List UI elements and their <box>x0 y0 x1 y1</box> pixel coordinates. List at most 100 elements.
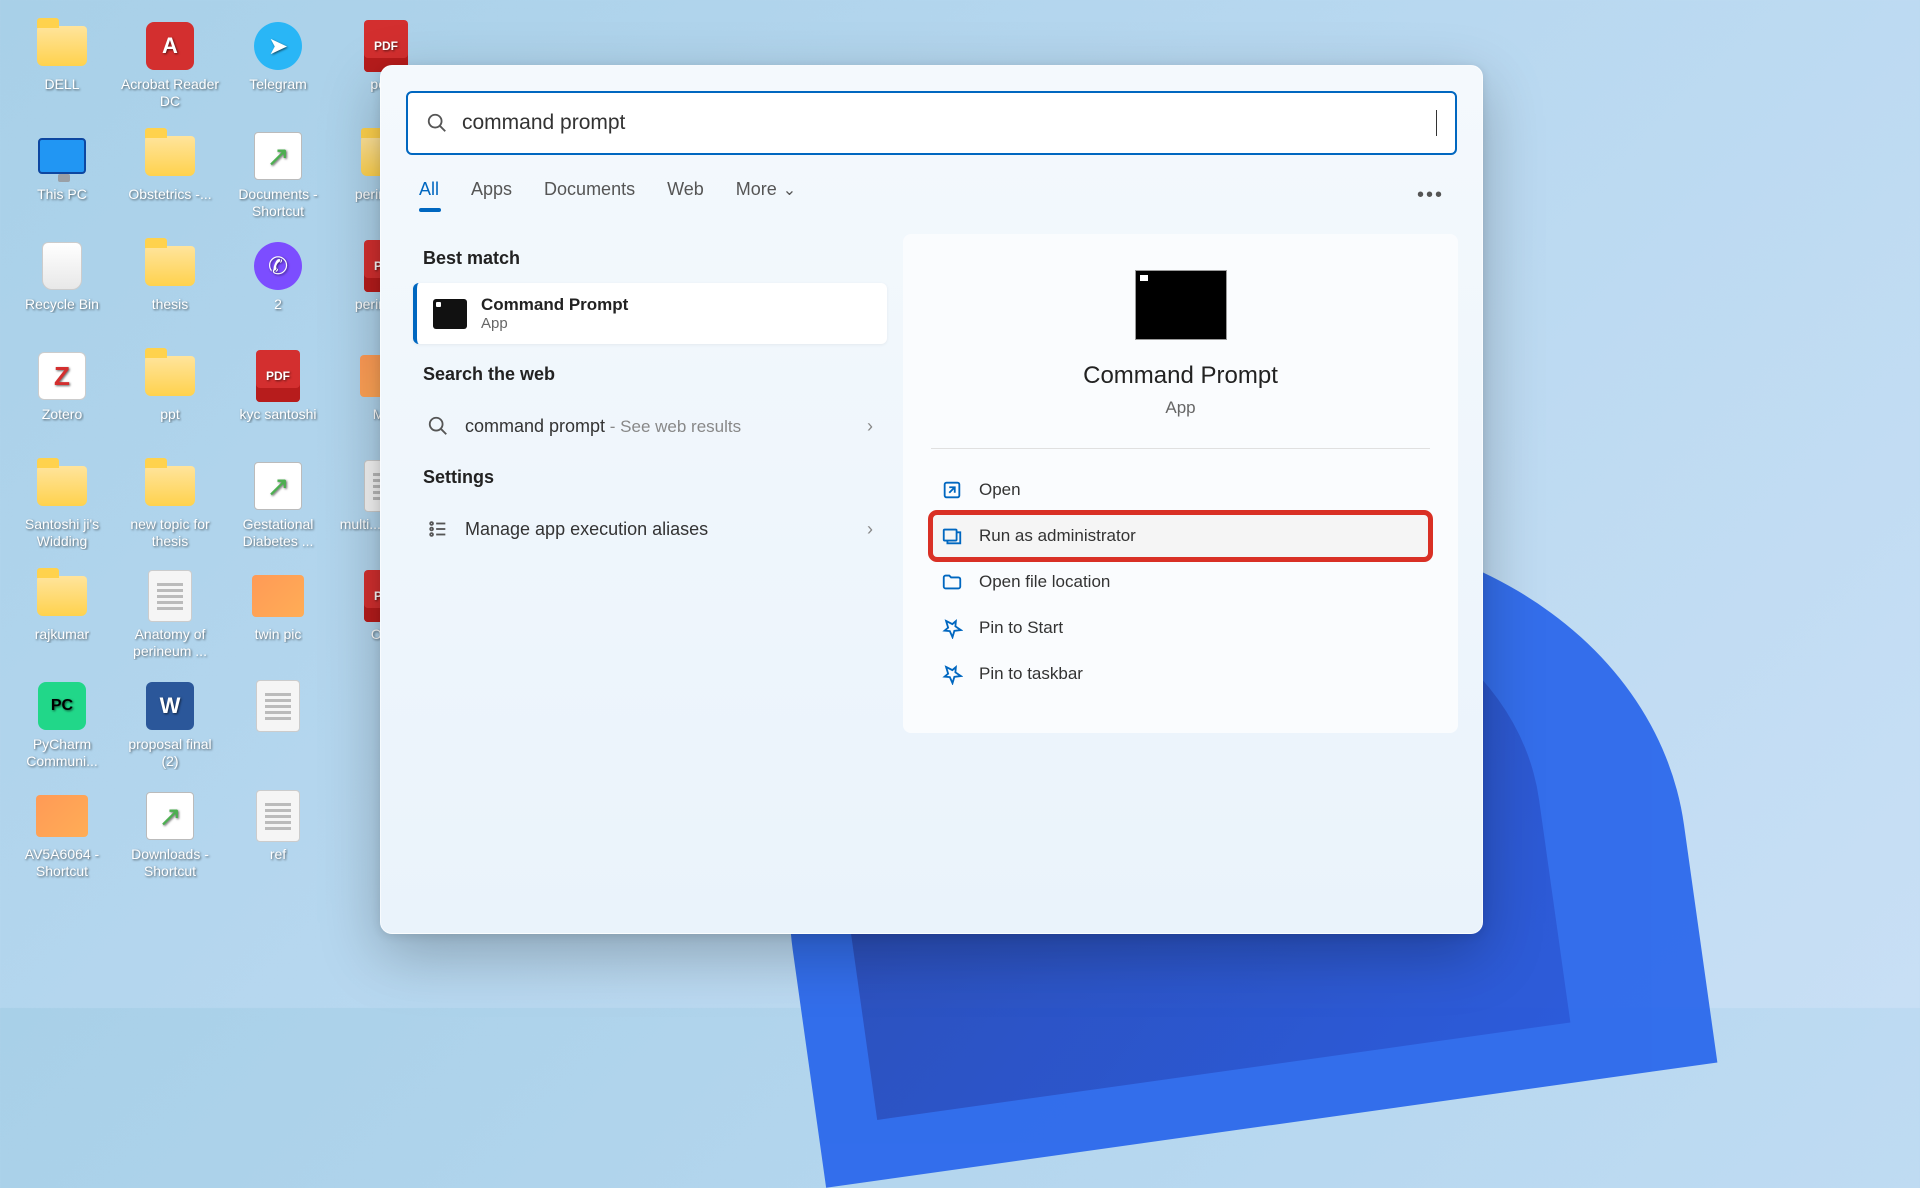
desktop-icon[interactable] <box>224 674 332 784</box>
result-subtitle: App <box>481 315 628 332</box>
icon-label: Downloads - Shortcut <box>116 846 224 880</box>
icon-label: This PC <box>35 186 89 203</box>
icon-label: rajkumar <box>33 626 91 643</box>
desktop-icon[interactable]: ↗ Downloads - Shortcut <box>116 784 224 894</box>
action-pin[interactable]: Pin to Start <box>931 605 1430 651</box>
desktop-icon[interactable]: rajkumar <box>8 564 116 674</box>
cmd-preview-icon <box>1135 270 1227 340</box>
icon-label: new topic for thesis <box>116 516 224 550</box>
result-title: Command Prompt <box>481 295 628 315</box>
settings-result-text: Manage app execution aliases <box>465 519 851 540</box>
search-box[interactable] <box>406 91 1457 155</box>
tab-all[interactable]: All <box>419 179 439 212</box>
shortcut-icon: ↗ <box>144 790 196 842</box>
icon-label: Zotero <box>40 406 84 423</box>
desktop-icon[interactable]: PDFkyc santoshi <box>224 344 332 454</box>
zot-icon: Z <box>36 350 88 402</box>
pyc-icon: PC <box>36 680 88 732</box>
desktop-icon[interactable]: thesis <box>116 234 224 344</box>
tab-apps[interactable]: Apps <box>471 179 512 212</box>
action-label: Pin to taskbar <box>979 664 1083 684</box>
cmd-icon <box>433 299 467 329</box>
icon-label: thesis <box>150 296 191 313</box>
action-pin[interactable]: Pin to taskbar <box>931 651 1430 697</box>
icon-label: 2 <box>272 296 284 313</box>
text-cursor <box>1436 110 1437 136</box>
word-icon: W <box>144 680 196 732</box>
icon-label: DELL <box>42 76 81 93</box>
chevron-right-icon: › <box>867 416 873 437</box>
search-icon <box>427 415 449 437</box>
icon-label: Acrobat Reader DC <box>116 76 224 110</box>
folder-icon <box>144 460 196 512</box>
desktop-icon[interactable]: Santoshi ji's Widding <box>8 454 116 564</box>
tab-more[interactable]: More <box>736 179 796 212</box>
action-label: Pin to Start <box>979 618 1063 638</box>
icon-label: AV5A6064 - Shortcut <box>8 846 116 880</box>
monitor-icon <box>36 130 88 182</box>
desktop-icon[interactable]: PC PyCharm Communi... <box>8 674 116 784</box>
icon-label: twin pic <box>253 626 304 643</box>
desktop-icon[interactable]: Anatomy of perineum ... <box>116 564 224 674</box>
icon-label: Telegram <box>247 76 309 93</box>
web-result-text: command prompt - See web results <box>465 416 851 437</box>
best-match-result[interactable]: Command Prompt App <box>413 283 887 344</box>
desktop-icon[interactable]: Recycle Bin <box>8 234 116 344</box>
chevron-right-icon: › <box>867 519 873 540</box>
icon-label: Santoshi ji's Widding <box>8 516 116 550</box>
icon-label: ppt <box>158 406 181 423</box>
desktop-icon[interactable]: AV5A6064 - Shortcut <box>8 784 116 894</box>
tg-icon: ➤ <box>252 20 304 72</box>
folder-icon <box>941 571 963 593</box>
preview-title: Command Prompt <box>931 362 1430 390</box>
settings-result[interactable]: Manage app execution aliases › <box>413 502 887 556</box>
desktop-icon[interactable]: ↗Gestational Diabetes ... <box>224 454 332 564</box>
icon-label: ref <box>268 846 288 863</box>
web-search-result[interactable]: command prompt - See web results › <box>413 399 887 453</box>
shortcut-icon: ↗ <box>252 460 304 512</box>
desktop-icon[interactable]: AAcrobat Reader DC <box>116 14 224 124</box>
action-admin[interactable]: Run as administrator <box>931 513 1430 559</box>
desktop-icon[interactable]: Wproposal final (2) <box>116 674 224 784</box>
desktop-icon[interactable]: ppt <box>116 344 224 454</box>
folder-icon <box>144 130 196 182</box>
desktop-icon[interactable]: new topic for thesis <box>116 454 224 564</box>
search-input[interactable] <box>462 111 1436 135</box>
tab-documents[interactable]: Documents <box>544 179 635 212</box>
settings-list-icon <box>427 518 449 540</box>
desktop-icon[interactable]: Z Zotero <box>8 344 116 454</box>
divider <box>931 448 1430 449</box>
docx-icon <box>252 680 304 732</box>
pin-icon <box>941 663 963 685</box>
desktop-icon[interactable]: ➤ Telegram <box>224 14 332 124</box>
desktop-icon[interactable]: ref <box>224 784 332 894</box>
open-icon <box>941 479 963 501</box>
action-folder[interactable]: Open file location <box>931 559 1430 605</box>
folder-icon <box>36 460 88 512</box>
pin-icon <box>941 617 963 639</box>
tab-web[interactable]: Web <box>667 179 704 212</box>
preview-pane: Command Prompt App OpenRun as administra… <box>903 234 1458 733</box>
desktop-icon[interactable]: Obstetrics -... <box>116 124 224 234</box>
desktop-icon[interactable]: ↗Documents - Shortcut <box>224 124 332 234</box>
icon-label: Obstetrics -... <box>126 186 213 203</box>
desktop-icon[interactable]: DELL <box>8 14 116 124</box>
vib-icon: ✆ <box>252 240 304 292</box>
bin-icon <box>36 240 88 292</box>
action-open[interactable]: Open <box>931 467 1430 513</box>
action-label: Run as administrator <box>979 526 1136 546</box>
action-label: Open <box>979 480 1021 500</box>
desktop-icon[interactable]: ✆2 <box>224 234 332 344</box>
search-tabs: All Apps Documents Web More ••• <box>381 155 1482 226</box>
admin-icon <box>941 525 963 547</box>
desktop-icon[interactable]: This PC <box>8 124 116 234</box>
start-search-panel: All Apps Documents Web More ••• Best mat… <box>380 65 1483 934</box>
icon-label: PyCharm Communi... <box>8 736 116 770</box>
img-icon <box>252 570 304 622</box>
docx-icon <box>252 790 304 842</box>
desktop-icon[interactable]: twin pic <box>224 564 332 674</box>
folder-icon <box>36 20 88 72</box>
more-options-icon[interactable]: ••• <box>1417 184 1444 207</box>
settings-heading: Settings <box>413 453 887 502</box>
folder-icon <box>144 240 196 292</box>
